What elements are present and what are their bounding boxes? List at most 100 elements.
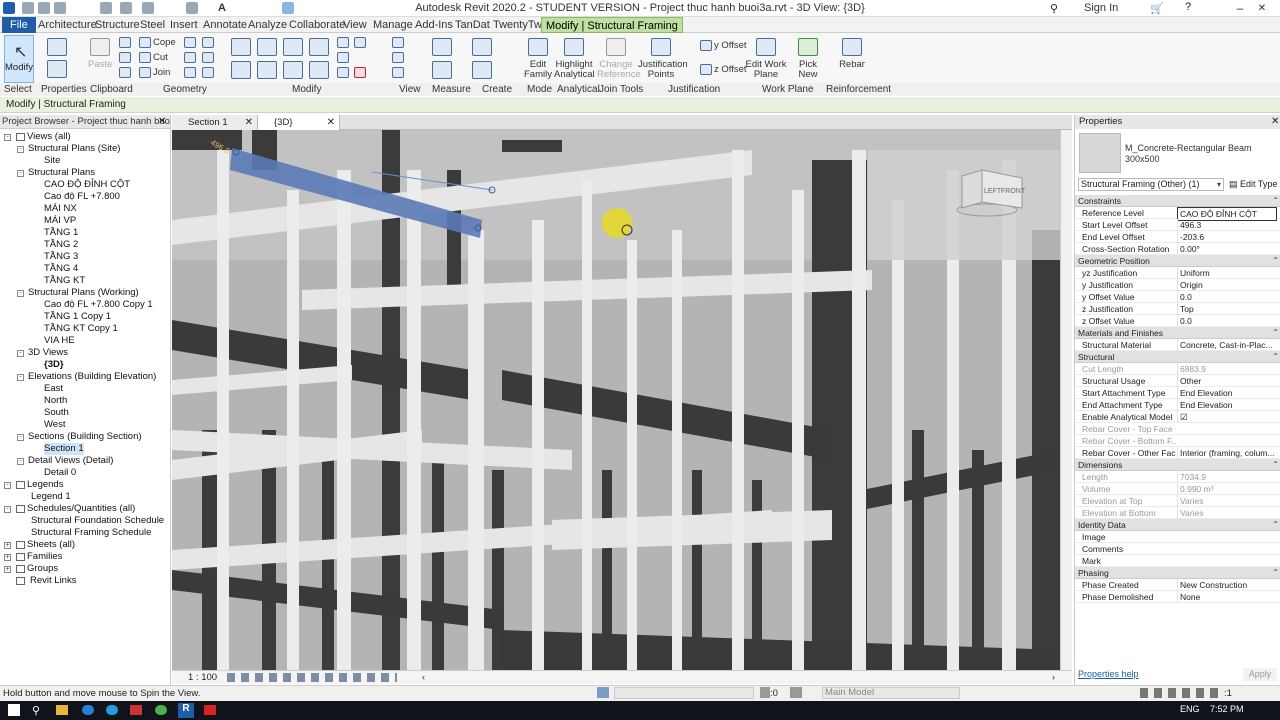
property-value[interactable]: None	[1177, 591, 1277, 603]
property-value[interactable]: 0.0	[1177, 291, 1277, 303]
app-icon[interactable]	[130, 705, 142, 715]
close-icon[interactable]: ✕	[1271, 116, 1279, 127]
edge-icon[interactable]	[106, 705, 118, 715]
property-value[interactable]: 0.00°	[1177, 243, 1277, 255]
dimension-icon[interactable]	[432, 61, 452, 79]
mirror-draw-icon[interactable]	[309, 38, 329, 56]
close-window-button[interactable]: ✕	[1250, 0, 1274, 17]
property-value[interactable]: Other	[1177, 375, 1277, 387]
browser-item[interactable]: Families	[27, 551, 62, 563]
browser-item[interactable]: TẦNG 4	[44, 263, 78, 275]
workset-dropdown[interactable]	[614, 687, 754, 699]
browser-item[interactable]: Legend 1	[31, 491, 71, 503]
skype-icon[interactable]	[82, 705, 94, 715]
browser-item[interactable]: Structural Foundation Schedule	[31, 515, 164, 527]
align-icon[interactable]	[231, 38, 251, 56]
tree-toggle-icon[interactable]: -	[17, 290, 24, 297]
property-group[interactable]: Materials and Finishes ⌃	[1075, 327, 1280, 339]
move-icon[interactable]	[231, 61, 251, 79]
browser-item[interactable]: Cao độ FL +7.800	[44, 191, 120, 203]
tab-insert[interactable]: Insert	[166, 17, 202, 33]
browser-item[interactable]: TẦNG 1	[44, 227, 78, 239]
file-tab[interactable]: File	[2, 17, 36, 33]
measure-tool-icon[interactable]	[432, 38, 452, 56]
override-icon[interactable]	[392, 52, 404, 63]
tab-view[interactable]: View	[339, 17, 371, 33]
cope-button[interactable]: Cope	[153, 38, 176, 48]
geometry-tool-6-icon[interactable]	[202, 67, 214, 78]
browser-item[interactable]: Site	[44, 155, 60, 167]
close-icon[interactable]: ✕	[327, 115, 335, 130]
array-icon[interactable]	[337, 52, 349, 63]
browser-item[interactable]: 3D Views	[28, 347, 68, 359]
tree-toggle-icon[interactable]: -	[17, 374, 24, 381]
design-option-dropdown[interactable]: Main Model	[822, 687, 960, 699]
copy-icon[interactable]	[257, 61, 277, 79]
join-button[interactable]: Join	[153, 68, 170, 78]
close-icon[interactable]: ✕	[245, 115, 253, 130]
rebar-button[interactable]: Rebar	[836, 60, 868, 70]
browser-item[interactable]: Structural Plans (Site)	[28, 143, 120, 155]
panel-select[interactable]: Select	[4, 84, 32, 95]
property-value[interactable]: ☑	[1177, 411, 1277, 423]
linework-icon[interactable]	[392, 67, 404, 78]
browser-item[interactable]: TẦNG KT Copy 1	[44, 323, 118, 335]
browser-item[interactable]: Detail 0	[44, 467, 76, 479]
offset-icon[interactable]	[257, 38, 277, 56]
scale-icon[interactable]	[337, 67, 349, 78]
browser-item[interactable]: Legends	[27, 479, 63, 491]
browser-item[interactable]: MÁI VP	[44, 215, 76, 227]
tab-3d[interactable]: {3D} ✕	[258, 115, 340, 130]
rebar-icon[interactable]	[842, 38, 862, 56]
browser-item[interactable]: East	[44, 383, 63, 395]
browser-item[interactable]: Views (all)	[27, 131, 71, 143]
properties-help-link[interactable]: Properties help	[1078, 669, 1139, 679]
edit-type-button[interactable]: ▤ Edit Type	[1227, 178, 1279, 191]
copy-clip-icon[interactable]	[119, 52, 131, 63]
search-icon[interactable]: ⚲	[32, 704, 40, 717]
design-options-icon[interactable]	[790, 687, 802, 698]
tree-toggle-icon[interactable]: +	[4, 542, 11, 549]
sign-in[interactable]: Sign In	[1084, 2, 1118, 14]
mirror-pick-icon[interactable]	[283, 38, 303, 56]
geometry-tool-1-icon[interactable]	[184, 37, 196, 48]
hide-icon[interactable]	[392, 37, 404, 48]
pick-new-icon[interactable]	[798, 38, 818, 56]
tree-toggle-icon[interactable]: -	[4, 482, 11, 489]
browser-item[interactable]: VIA HE	[44, 335, 75, 347]
z-offset-icon[interactable]	[700, 64, 712, 75]
collapse-icon[interactable]: ⌃	[1272, 459, 1279, 471]
browser-item[interactable]: TẦNG 1 Copy 1	[44, 311, 111, 323]
justification-points-icon[interactable]	[651, 38, 671, 56]
highlight-analytical-button[interactable]: Highlight Analytical	[554, 60, 595, 80]
y-offset-icon[interactable]	[700, 40, 712, 51]
split-icon[interactable]	[337, 37, 349, 48]
geometry-tool-5-icon[interactable]	[184, 67, 196, 78]
tree-toggle-icon[interactable]: +	[4, 554, 11, 561]
property-value[interactable]: End Elevation	[1177, 387, 1277, 399]
property-value[interactable]: End Elevation	[1177, 399, 1277, 411]
properties-icon[interactable]	[47, 60, 67, 78]
tree-toggle-icon[interactable]: -	[17, 350, 24, 357]
browser-item[interactable]: Groups	[27, 563, 58, 575]
browser-item[interactable]: Section 1	[44, 443, 84, 455]
view-control-icons[interactable]	[227, 673, 397, 682]
geometry-tool-2-icon[interactable]	[202, 37, 214, 48]
vertical-scrollbar[interactable]	[1060, 130, 1072, 670]
worksets-icon[interactable]	[597, 687, 609, 698]
cut-geometry-icon[interactable]	[139, 52, 151, 63]
edit-work-plane-button[interactable]: Edit Work Plane	[744, 60, 788, 80]
tab-steel[interactable]: Steel	[136, 17, 169, 33]
cut-clip-icon[interactable]	[119, 37, 131, 48]
create-group-icon[interactable]	[472, 61, 492, 79]
browser-item[interactable]: South	[44, 407, 69, 419]
property-value[interactable]: New Construction	[1177, 579, 1277, 591]
property-group[interactable]: Structural ⌃	[1075, 351, 1280, 363]
browser-item[interactable]: West	[44, 419, 65, 431]
browser-item[interactable]: Structural Plans (Working)	[28, 287, 139, 299]
collapse-icon[interactable]: ⌃	[1272, 351, 1279, 363]
property-group[interactable]: Dimensions ⌃	[1075, 459, 1280, 471]
create-assembly-icon[interactable]	[472, 38, 492, 56]
3d-viewport[interactable]: 496.3 LEFT FRONT	[172, 130, 1060, 670]
browser-item[interactable]: Elevations (Building Elevation)	[28, 371, 156, 383]
